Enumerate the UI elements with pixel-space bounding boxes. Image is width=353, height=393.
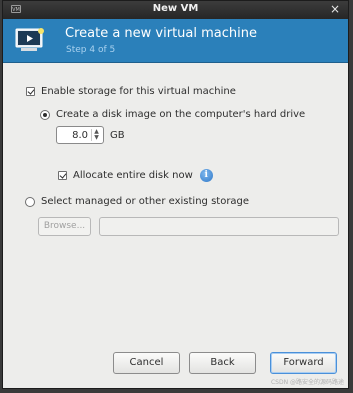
wizard-title: Create a new virtual machine [65, 26, 257, 41]
browse-button[interactable]: Browse... [38, 217, 91, 236]
info-icon[interactable]: i [199, 169, 213, 182]
wizard-header: Create a new virtual machine Step 4 of 5 [3, 19, 348, 63]
spin-arrows-icon[interactable]: ▲ ▼ [91, 129, 101, 141]
disk-size-spinner[interactable]: 8.0 ▲ ▼ [56, 126, 104, 144]
existing-storage-label: Select managed or other existing storage [41, 196, 250, 207]
storage-path-field[interactable] [99, 217, 339, 236]
create-disk-option[interactable]: Create a disk image on the computer's ha… [40, 109, 305, 120]
enable-storage-checkbox[interactable] [26, 87, 35, 96]
allocate-disk-label: Allocate entire disk now [73, 170, 193, 181]
enable-storage-row[interactable]: Enable storage for this virtual machine [26, 86, 236, 97]
cancel-button[interactable]: Cancel [113, 352, 180, 374]
disk-size-value: 8.0 [72, 130, 88, 141]
computer-monitor-icon [15, 28, 44, 51]
back-button[interactable]: Back [189, 352, 256, 374]
enable-storage-label: Enable storage for this virtual machine [41, 86, 236, 97]
allocate-disk-checkbox[interactable] [58, 171, 67, 180]
watermark: CSDN @路安全的源码路途 [270, 379, 344, 386]
window-title: New VM [152, 3, 199, 14]
allocate-disk-row[interactable]: Allocate entire disk now i [58, 169, 213, 182]
create-disk-label: Create a disk image on the computer's ha… [56, 109, 306, 120]
existing-storage-radio[interactable] [25, 196, 35, 207]
existing-storage-option[interactable]: Select managed or other existing storage [25, 196, 249, 207]
close-icon[interactable]: × [330, 2, 340, 16]
disk-size-unit: GB [110, 130, 125, 141]
create-disk-radio[interactable] [40, 109, 50, 120]
title-bar: VM New VM × [3, 1, 348, 19]
wizard-step: Step 4 of 5 [66, 45, 116, 55]
new-vm-dialog: VM New VM × Create a new virtual machine… [2, 0, 349, 389]
forward-button[interactable]: Forward [270, 352, 337, 374]
